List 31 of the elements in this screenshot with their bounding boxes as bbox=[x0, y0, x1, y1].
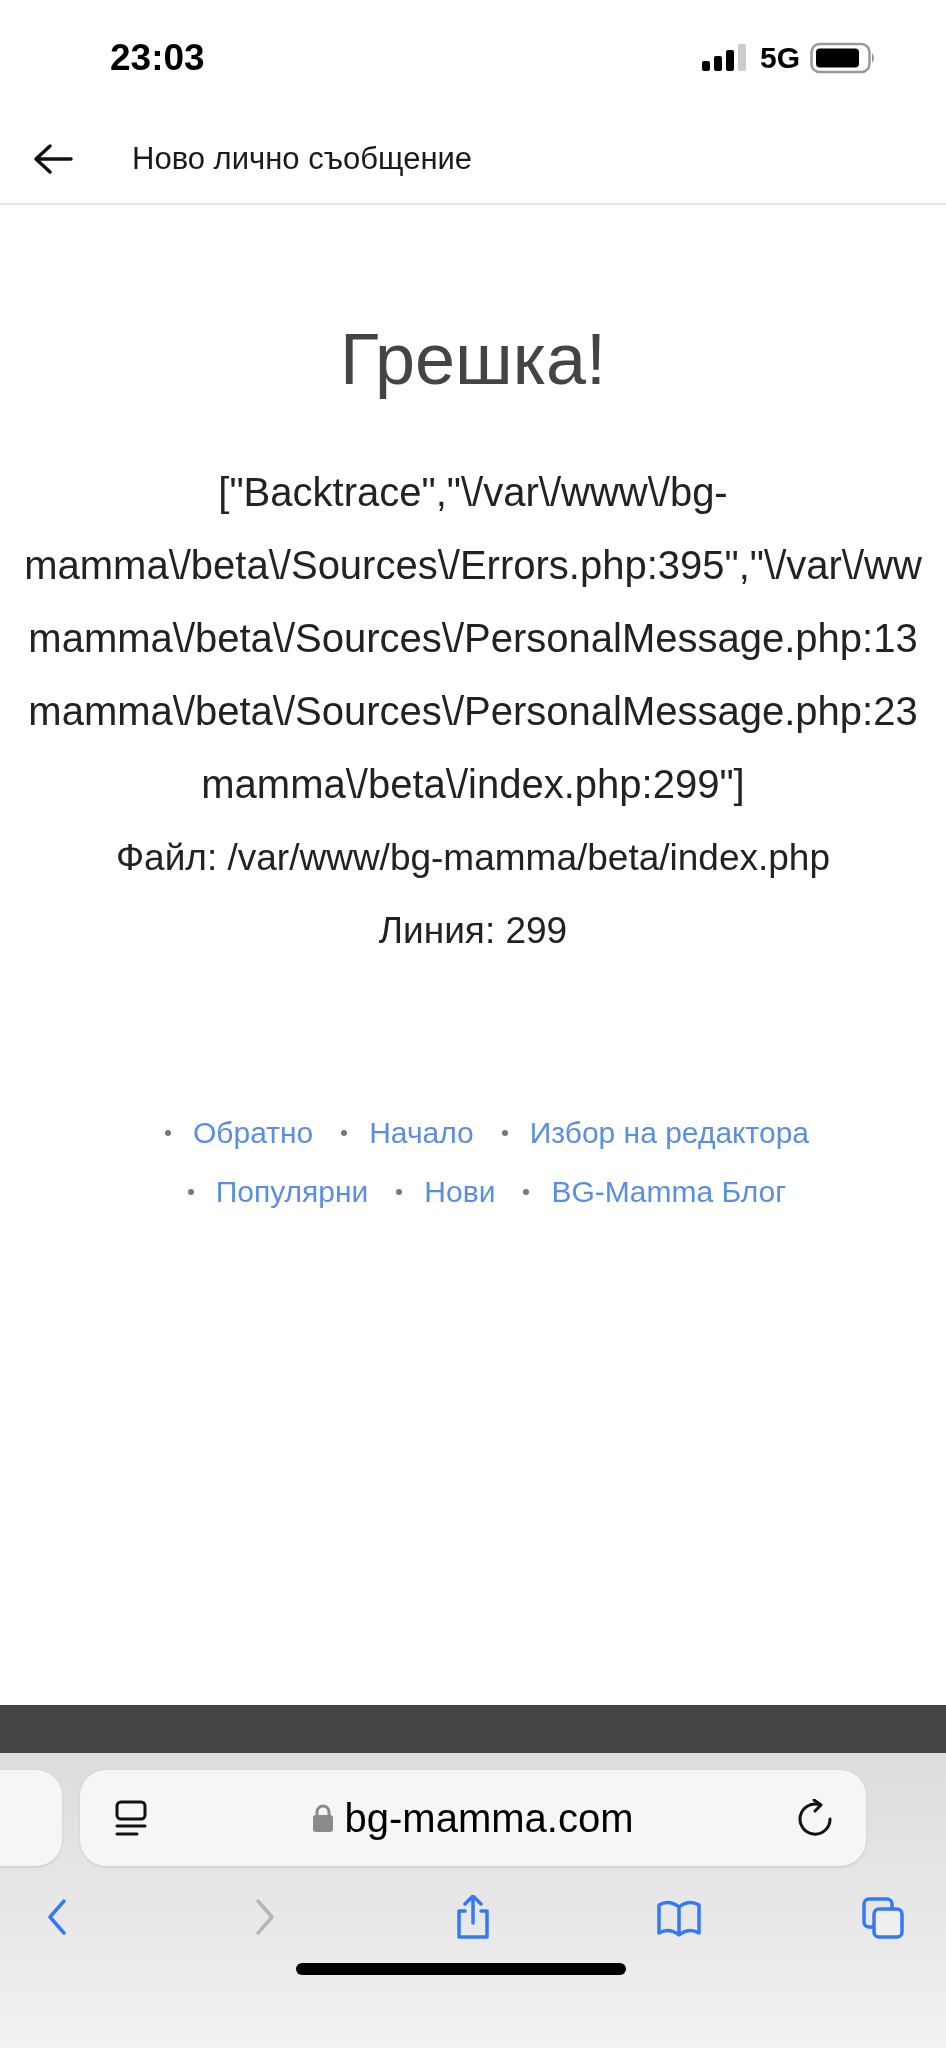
backtrace-line: mamma\/beta\/Sources\/PersonalMessage.php:13 bbox=[28, 615, 918, 662]
footer-link[interactable]: Обратно bbox=[192, 1110, 314, 1155]
battery-icon bbox=[810, 41, 876, 74]
footer-link[interactable]: Начало bbox=[369, 1110, 474, 1155]
file-path-text: Файл: /var/www/bg-mamma/beta/index.php bbox=[115, 836, 831, 880]
back-arrow-icon bbox=[33, 143, 73, 175]
error-heading: Грешка! bbox=[340, 318, 606, 401]
backtrace-line: ["Backtrace","\/var\/www\/bg- bbox=[218, 469, 728, 516]
page-title: Ново лично съобщение bbox=[132, 139, 473, 178]
address-bar[interactable]: bg-mamma.com bbox=[80, 1770, 866, 1866]
bullet-icon bbox=[396, 1188, 403, 1195]
bullet-icon bbox=[164, 1129, 171, 1136]
tabs-icon[interactable] bbox=[862, 1895, 906, 1941]
reader-icon[interactable] bbox=[114, 1798, 148, 1838]
status-time: 23:03 bbox=[110, 35, 205, 80]
backtrace-line: mamma\/beta\/Sources\/PersonalMessage.php:23 bbox=[28, 688, 918, 735]
bullet-icon bbox=[341, 1129, 348, 1136]
reload-icon[interactable] bbox=[798, 1799, 834, 1837]
network-label: 5G bbox=[759, 40, 800, 76]
footer-link[interactable]: Избор на редактора bbox=[529, 1110, 809, 1155]
bullet-icon bbox=[501, 1129, 508, 1136]
footer-link[interactable]: Популярни bbox=[215, 1169, 369, 1214]
url-text: bg-mamma.com bbox=[344, 1795, 634, 1842]
bullet-icon bbox=[187, 1188, 194, 1195]
backtrace-line: mamma\/beta\/Sources\/Errors.php:395","\/var\/ww bbox=[24, 542, 922, 589]
line-number-text: Линия: 299 bbox=[378, 909, 568, 953]
bullet-icon bbox=[523, 1188, 530, 1195]
backtrace-line: mamma\/beta\/index.php:299"] bbox=[201, 761, 745, 808]
footer-link[interactable]: Нови bbox=[424, 1169, 496, 1214]
footer-link[interactable]: BG-Mamma Блог bbox=[551, 1169, 787, 1214]
lock-icon bbox=[312, 1803, 333, 1833]
